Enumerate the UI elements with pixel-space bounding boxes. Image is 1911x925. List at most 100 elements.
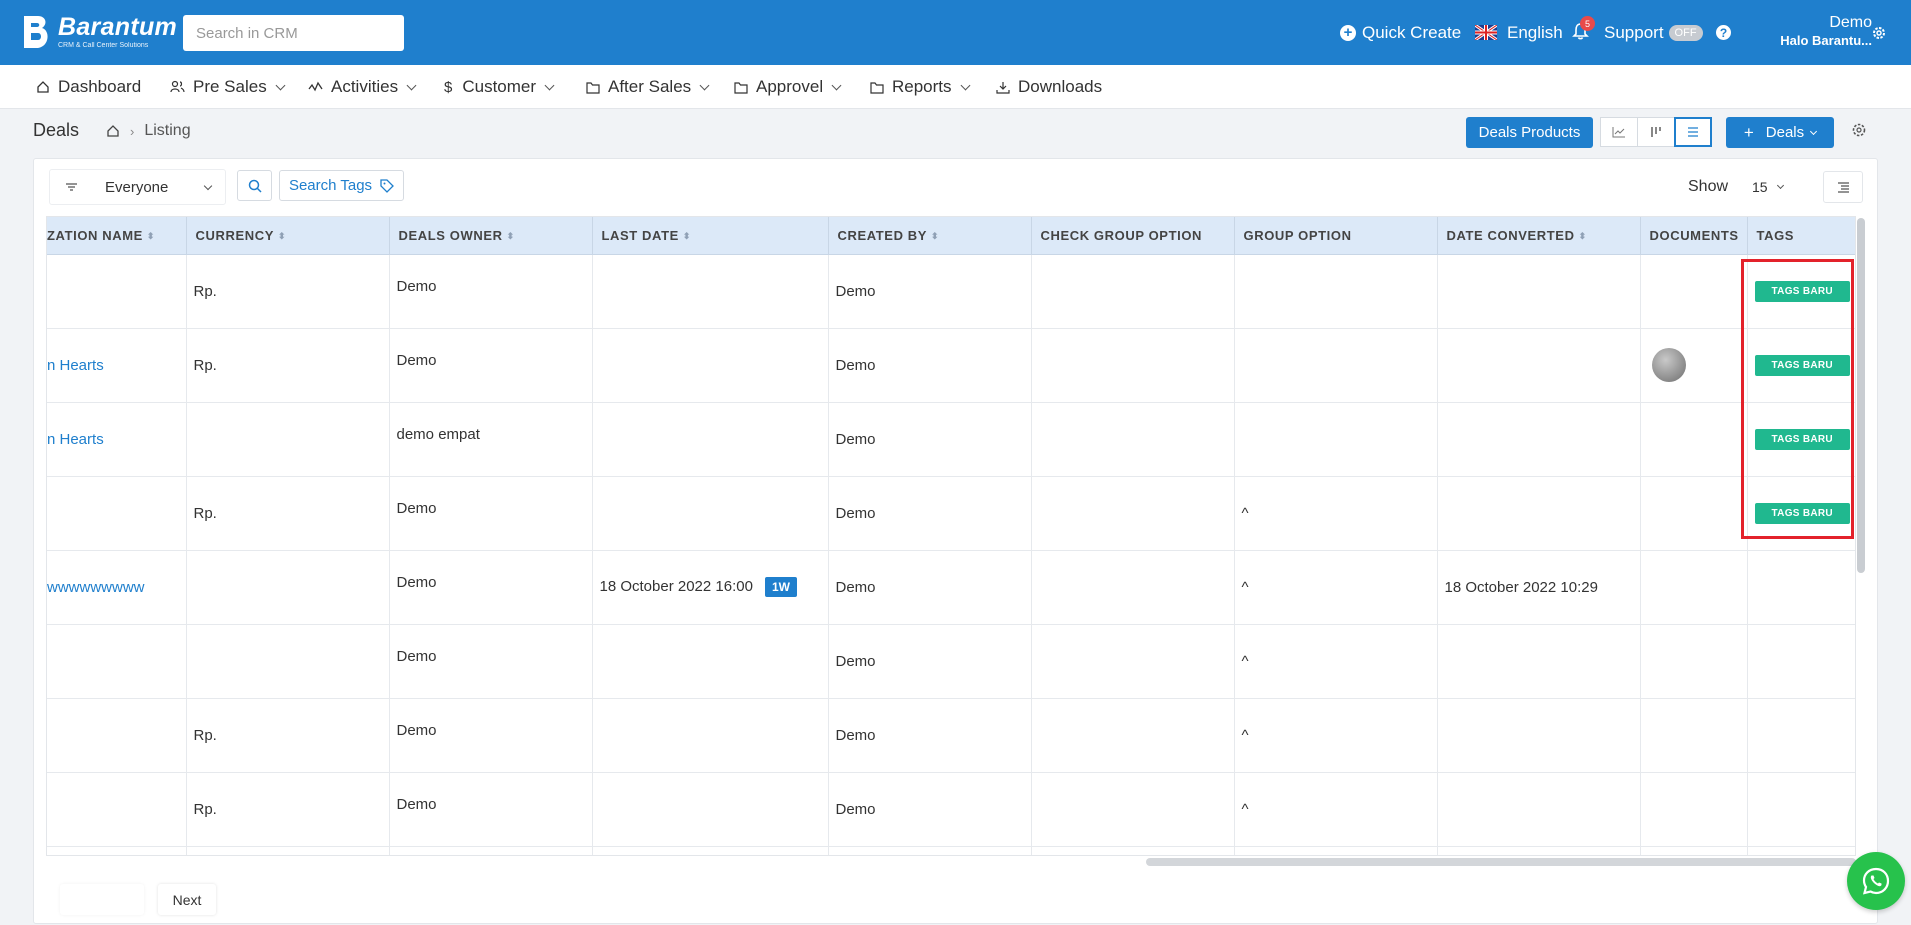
user-name: Demo: [1829, 14, 1872, 31]
column-header-deals-owner[interactable]: DEALS OWNER ⬍: [389, 217, 593, 255]
next-page-button[interactable]: Next: [158, 884, 216, 915]
cell-organization-name[interactable]: [47, 254, 187, 329]
tag-icon: [380, 178, 394, 193]
column-header-label: LAST DATE: [601, 227, 679, 243]
table-row[interactable]: Rp. Demo Demo ^: [47, 698, 1855, 773]
help-icon[interactable]: ?: [1716, 25, 1731, 40]
quick-create-label: Quick Create: [1362, 22, 1462, 42]
chart-view-button[interactable]: [1600, 117, 1638, 147]
cell-organization-name[interactable]: n Hearts: [47, 328, 187, 403]
table-row[interactable]: n Hearts Rp. Demo Demo TAGS BARU: [47, 328, 1855, 403]
cell-tags: [1747, 846, 1855, 855]
cell-organization-name[interactable]: [47, 624, 187, 699]
cell-documents: [1640, 624, 1748, 699]
sort-icon[interactable]: ⬍: [1579, 231, 1587, 241]
cell-organization-name[interactable]: n Hearts: [47, 402, 187, 477]
cell-group-option: [1234, 846, 1438, 855]
nav-dashboard[interactable]: Dashboard: [36, 65, 141, 109]
nav-customer[interactable]: $ Customer: [444, 65, 555, 109]
quick-create-button[interactable]: + Quick Create: [1340, 0, 1461, 65]
crm-search-input[interactable]: [183, 15, 404, 51]
support-toggle[interactable]: Support OFF: [1604, 0, 1703, 65]
cell-currency: Rp.: [186, 772, 390, 847]
kanban-view-button[interactable]: [1637, 117, 1675, 147]
columns-button[interactable]: [1823, 171, 1863, 203]
user-menu[interactable]: Demo Halo Barantu...: [1740, 14, 1872, 48]
vertical-scrollbar[interactable]: [1857, 218, 1865, 573]
cell-currency: [186, 846, 390, 855]
cell-check-group-option: [1031, 328, 1235, 403]
table-row[interactable]: wwwwwwwww Demo 18 October 2022 16:00 1W Demo…: [47, 550, 1855, 625]
cell-organization-name[interactable]: [47, 476, 187, 551]
column-header-currency[interactable]: CURRENCY ⬍: [186, 217, 390, 255]
previous-page-button[interactable]: [60, 884, 144, 915]
table-row[interactable]: Rp. Demo Demo ^ TAGS BARU: [47, 476, 1855, 551]
kanban-icon: [1651, 127, 1661, 137]
cell-date-converted: [1437, 476, 1641, 551]
nav-reports[interactable]: Reports: [870, 65, 970, 109]
table-row[interactable]: Demo Demo ^: [47, 624, 1855, 699]
sort-icon[interactable]: ⬍: [278, 231, 286, 241]
column-header-organization[interactable]: ZATION NAME ⬍: [47, 217, 187, 255]
cell-tags: [1747, 698, 1855, 773]
sort-icon[interactable]: ⬍: [931, 231, 939, 241]
cell-organization-name[interactable]: wwwwwwwww: [47, 550, 187, 625]
logo-tagline: CRM & Call Center Solutions: [58, 42, 149, 49]
gear-icon[interactable]: [1851, 122, 1867, 138]
nav-activities[interactable]: Activities: [308, 65, 417, 109]
whatsapp-chat-button[interactable]: [1847, 852, 1905, 910]
cell-date-converted: 18 October 2022 10:29: [1437, 550, 1641, 625]
nav-pre-sales[interactable]: Pre Sales: [170, 65, 286, 109]
nav-approvel[interactable]: Approvel: [734, 65, 842, 109]
column-header-created-by[interactable]: CREATED BY ⬍: [828, 217, 1032, 255]
table-row[interactable]: Rp. Demo Demo TAGS BARU: [47, 254, 1855, 329]
table-row[interactable]: n Hearts demo empat Demo TAGS BARU: [47, 402, 1855, 477]
nav-downloads[interactable]: Downloads: [996, 65, 1102, 109]
filter-lines-icon: [66, 183, 77, 191]
search-tags-button[interactable]: Search Tags: [279, 170, 404, 201]
gear-icon[interactable]: [1871, 25, 1887, 41]
table-row[interactable]: Rp. Demo Demo ^: [47, 772, 1855, 847]
sort-icon[interactable]: ⬍: [147, 231, 155, 241]
dollar-icon: $: [444, 78, 453, 96]
breadcrumb-separator: ›: [130, 123, 135, 139]
deals-products-button[interactable]: Deals Products: [1466, 117, 1593, 148]
column-header-label: CURRENCY: [195, 227, 274, 243]
table-row[interactable]: [47, 846, 1855, 855]
cell-check-group-option: [1031, 402, 1235, 477]
language-selector[interactable]: English: [1475, 0, 1563, 65]
sort-icon[interactable]: ⬍: [507, 231, 515, 241]
column-header-date-converted[interactable]: DATE CONVERTED ⬍: [1437, 217, 1641, 255]
horizontal-scrollbar[interactable]: [1146, 858, 1856, 866]
cell-group-option: ^: [1234, 476, 1438, 551]
cell-currency: Rp.: [186, 254, 390, 329]
columns-icon: [1837, 181, 1849, 193]
cell-organization-name[interactable]: [47, 772, 187, 847]
add-deals-button[interactable]: + Deals: [1726, 117, 1834, 148]
sort-icon[interactable]: ⬍: [683, 231, 691, 241]
column-header-last-date[interactable]: LAST DATE ⬍: [592, 217, 829, 255]
column-header-label: GROUP OPTION: [1243, 227, 1352, 243]
column-header-label: CREATED BY: [837, 227, 928, 243]
owner-filter-select[interactable]: Everyone: [49, 169, 226, 205]
cell-currency: Rp.: [186, 698, 390, 773]
nav-after-sales[interactable]: After Sales: [586, 65, 710, 109]
cell-last-date: 18 October 2022 16:00 1W: [592, 550, 829, 625]
cell-last-date: [592, 328, 829, 403]
cell-documents: [1640, 476, 1748, 551]
whatsapp-icon: [1862, 867, 1890, 895]
list-view-button[interactable]: [1674, 117, 1712, 147]
cell-deals-owner: Demo: [389, 254, 593, 329]
cell-created-by: Demo: [828, 402, 1032, 477]
cell-organization-name[interactable]: [47, 846, 187, 855]
cell-date-converted: [1437, 772, 1641, 847]
cell-organization-name[interactable]: [47, 698, 187, 773]
page-size-select[interactable]: 15: [1740, 171, 1795, 203]
search-button[interactable]: [237, 170, 272, 201]
cell-date-converted: [1437, 328, 1641, 403]
cell-currency: [186, 402, 390, 477]
column-header-label: DATE CONVERTED: [1446, 227, 1575, 243]
barantum-logo[interactable]: Barantum CRM & Call Center Solutions: [20, 14, 177, 50]
home-icon[interactable]: [106, 124, 120, 138]
document-thumbnail[interactable]: [1651, 348, 1686, 382]
